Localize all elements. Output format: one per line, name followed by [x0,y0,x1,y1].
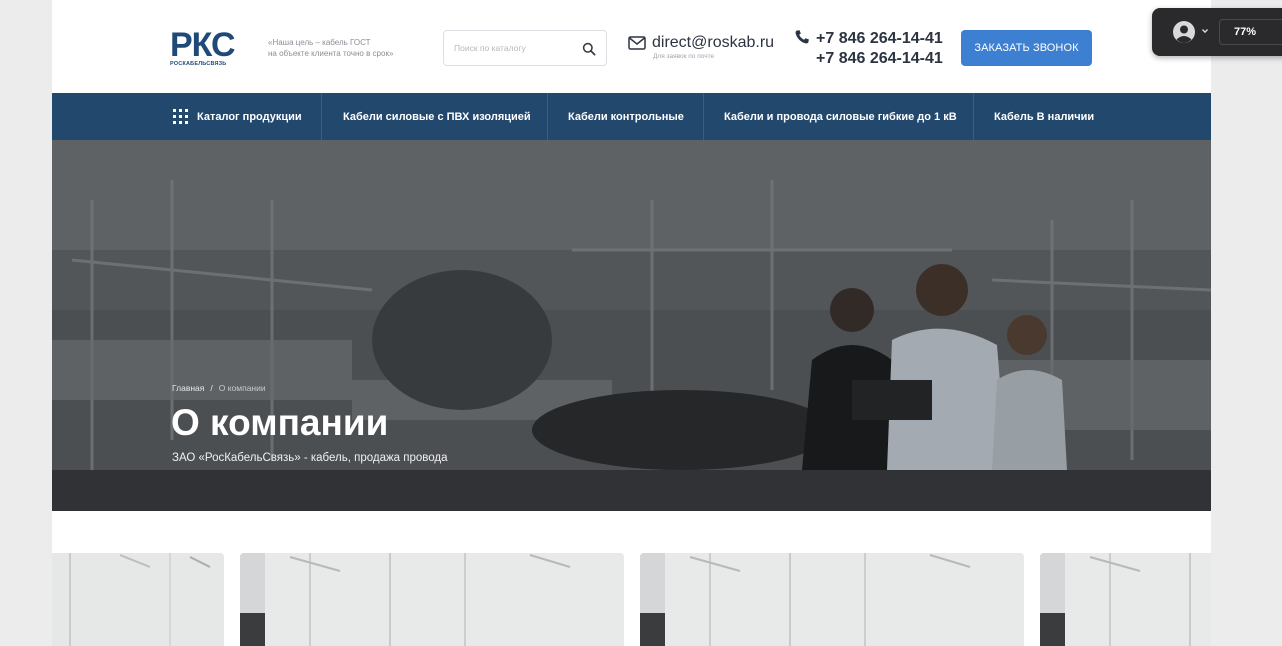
nav-catalog[interactable]: Каталог продукции [173,93,302,140]
nav-item-label: Кабели и провода силовые гибкие до 1 кВ [724,110,957,123]
mail-icon [628,36,646,50]
gallery-image[interactable] [1040,553,1211,646]
email-link[interactable]: direct@roskab.ru [652,34,774,52]
phone-number-2[interactable]: +7 846 264-14-41 [816,50,943,68]
gallery-image[interactable] [240,553,624,646]
search-box [443,30,607,66]
breadcrumb-home[interactable]: Главная [172,383,204,393]
nav-item-label: Кабель В наличии [994,110,1095,123]
search-icon[interactable] [582,42,596,56]
tagline-line-2: на объекте клиента точно в срок» [268,49,394,58]
nav-item-control-cables[interactable]: Кабели контрольные [568,93,684,140]
chevron-down-icon[interactable] [1201,27,1209,35]
nav-item-pvc-cables[interactable]: Кабели силовые с ПВХ изоляцией [343,93,531,140]
nav-item-label: Кабели контрольные [568,110,684,123]
phone-number-1[interactable]: +7 846 264-14-41 [816,30,943,48]
gallery-image[interactable] [640,553,1024,646]
gallery-image[interactable] [52,553,224,646]
nav-item-in-stock[interactable]: Кабель В наличии [994,93,1094,140]
logo-subtitle: РОСКАБЕЛЬСВЯЗЬ [170,61,227,67]
breadcrumb-separator: / [210,383,213,393]
zoom-level[interactable]: 77% [1219,19,1282,45]
nav-catalog-label: Каталог продукции [197,110,302,123]
hero-banner: Главная / О компании О компании ЗАО «РосКа… [52,140,1211,511]
breadcrumb-current: О компании [218,383,266,393]
site-header: РКС РОСКАБЕЛЬСВЯЗЬ «Наша цель – кабель Г… [52,0,1211,93]
page-title: О компании [171,402,389,443]
site-logo[interactable]: РКС РОСКАБЕЛЬСВЯЗЬ [170,26,250,67]
avatar-icon[interactable] [1172,20,1196,44]
nav-divider [703,93,704,140]
search-input[interactable] [454,31,574,65]
page: РКС РОСКАБЕЛЬСВЯЗЬ «Наша цель – кабель Г… [52,0,1211,646]
nav-divider [321,93,322,140]
logo-text: РКС [170,26,236,64]
zoom-value: 77% [1234,26,1257,38]
tagline-line-1: «Наша цель – кабель ГОСТ [268,38,371,47]
tagline: «Наша цель – кабель ГОСТ на объекте клие… [268,37,428,59]
nav-divider [547,93,548,140]
email-note: Для заявок по почте [653,53,715,60]
nav-item-flexible-cables[interactable]: Кабели и провода силовые гибкие до 1 кВ [724,93,957,140]
breadcrumb: Главная / О компании [172,383,266,393]
nav-divider [973,93,974,140]
main-nav: Каталог продукции Кабели силовые с ПВХ и… [52,93,1211,140]
page-subtitle: ЗАО «РосКабельСвязь» - кабель, продажа п… [172,452,448,464]
nav-item-label: Кабели силовые с ПВХ изоляцией [343,110,531,123]
order-callback-button[interactable]: ЗАКАЗАТЬ ЗВОНОК [961,30,1092,66]
phone-icon [795,30,809,44]
browser-profile-zoom-widget: 77% [1152,8,1282,56]
grid-menu-icon [173,109,188,124]
